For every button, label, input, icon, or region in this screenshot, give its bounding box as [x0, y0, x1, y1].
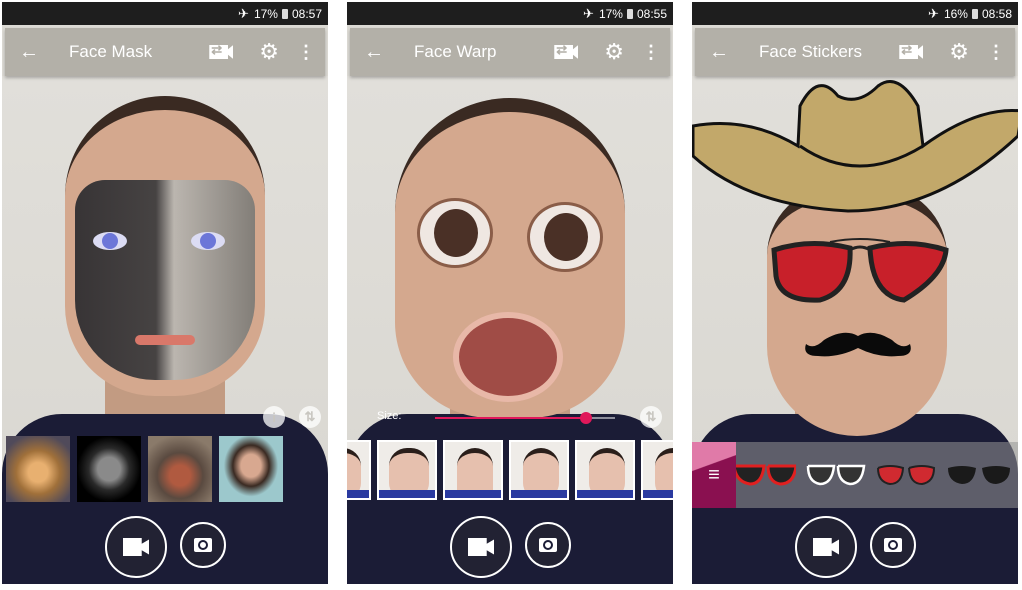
open-mouth	[453, 312, 563, 402]
warp-thumbnail[interactable]	[509, 440, 569, 500]
settings-gear-icon[interactable]: ⚙	[604, 39, 624, 65]
clock: 08:57	[291, 6, 322, 21]
face-mask-screen: ✈ 17% 08:57 i ⇅ ← Face Mask ⚙ ⋮	[2, 2, 328, 584]
mask-thumbnail-skull[interactable]	[77, 436, 141, 502]
left-eye	[93, 232, 127, 250]
face	[767, 186, 947, 436]
page-title: Face Stickers	[759, 42, 862, 61]
face-with-skull-mask	[65, 96, 265, 396]
more-options-icon[interactable]: ⋮	[642, 42, 660, 63]
back-arrow-icon[interactable]: ←	[699, 41, 739, 64]
take-photo-button[interactable]	[870, 522, 916, 568]
face-warp-screen: ✈ 17% 08:55 Size: ⇅ ← Face Warp ⇄ ⚙ ⋮	[347, 2, 673, 584]
camera-preview: ≡	[692, 76, 1018, 584]
clock: 08:55	[636, 6, 667, 21]
sticker-category-menu-button[interactable]: ≡	[692, 442, 736, 508]
sticker-red-frame-sunglasses[interactable]	[736, 462, 796, 486]
toolbar: ← Face Stickers ⚙ ⋮	[695, 28, 1015, 76]
back-arrow-icon[interactable]: ←	[9, 41, 49, 64]
sticker-black-sunglasses[interactable]	[946, 462, 1016, 486]
warped-face	[395, 98, 625, 418]
mask-thumbnail-lincoln[interactable]	[219, 436, 283, 502]
warp-thumbnail[interactable]	[641, 440, 673, 500]
record-video-button[interactable]	[450, 516, 512, 578]
face-stickers-screen: ✈ 16% 08:58 ≡ ← Face Stickers ⇄ ⚙ ⋮	[692, 2, 1018, 584]
warp-thumbnail-strip[interactable]	[347, 440, 673, 500]
cowboy-hat-sticker	[692, 80, 1018, 213]
warp-thumbnail[interactable]	[347, 440, 371, 500]
right-eye	[191, 232, 225, 250]
mask-thumbnail-orangutan[interactable]	[148, 436, 212, 502]
info-icon[interactable]: i	[263, 406, 285, 428]
warp-thumbnail[interactable]	[377, 440, 437, 500]
size-slider-track[interactable]	[435, 417, 586, 419]
settings-gear-icon[interactable]: ⚙	[259, 39, 279, 65]
camera-icon	[884, 538, 902, 552]
camera-icon	[539, 538, 557, 552]
battery-percent: 16%	[943, 6, 968, 21]
back-arrow-icon[interactable]: ←	[354, 41, 394, 64]
battery-percent: 17%	[253, 6, 278, 21]
camera-icon	[194, 538, 212, 552]
battery-percent: 17%	[598, 6, 623, 21]
toolbar: ← Face Mask ⚙ ⋮	[5, 28, 325, 76]
warp-thumbnail[interactable]	[443, 440, 503, 500]
switch-camera-icon[interactable]	[899, 45, 924, 59]
settings-gear-icon[interactable]: ⚙	[949, 39, 969, 65]
take-photo-button[interactable]	[525, 522, 571, 568]
clock: 08:58	[981, 6, 1012, 21]
swap-icon[interactable]: ⇅	[640, 406, 662, 428]
video-camera-icon	[468, 538, 494, 556]
red-aviator-sunglasses-sticker	[771, 238, 949, 303]
switch-camera-icon[interactable]	[209, 45, 234, 59]
video-camera-icon	[123, 538, 149, 556]
page-title: Face Warp	[414, 42, 497, 61]
sticker-white-frame-sunglasses[interactable]	[806, 462, 866, 486]
camera-preview: Size: ⇅	[347, 76, 673, 584]
mustache-sticker	[805, 332, 911, 357]
camera-preview: i ⇅	[2, 76, 328, 584]
right-big-eye	[527, 202, 603, 272]
size-slider-thumb[interactable]	[580, 412, 592, 424]
status-bar: ✈ 16% 08:58	[692, 2, 1018, 25]
swap-icon[interactable]: ⇅	[299, 406, 321, 428]
record-video-button[interactable]	[105, 516, 167, 578]
lips	[135, 335, 195, 345]
airplane-mode-icon: ✈	[238, 5, 249, 21]
size-slider-row: Size: ⇅	[347, 406, 673, 428]
page-title: Face Mask	[69, 42, 153, 61]
battery-icon	[971, 8, 978, 19]
status-bar: ✈ 17% 08:55	[347, 2, 673, 25]
switch-camera-icon[interactable]	[554, 45, 579, 59]
more-options-icon[interactable]: ⋮	[297, 42, 315, 63]
more-options-icon[interactable]: ⋮	[987, 42, 1005, 63]
left-big-eye	[417, 198, 493, 268]
size-label: Size:	[377, 410, 402, 422]
airplane-mode-icon: ✈	[928, 5, 939, 21]
battery-icon	[281, 8, 288, 19]
sticker-red-aviators[interactable]	[876, 462, 936, 486]
airplane-mode-icon: ✈	[583, 5, 594, 21]
battery-icon	[626, 8, 633, 19]
take-photo-button[interactable]	[180, 522, 226, 568]
status-bar: ✈ 17% 08:57	[2, 2, 328, 25]
record-video-button[interactable]	[795, 516, 857, 578]
sticker-picker-bar: ≡	[692, 442, 1018, 508]
toolbar: ← Face Warp ⚙ ⋮	[350, 28, 670, 76]
video-camera-icon	[813, 538, 839, 556]
skull-mask-overlay	[75, 180, 255, 380]
mask-thumbnail-jaguar[interactable]	[6, 436, 70, 502]
mask-thumbnail-strip[interactable]	[2, 436, 328, 504]
warp-thumbnail[interactable]	[575, 440, 635, 500]
